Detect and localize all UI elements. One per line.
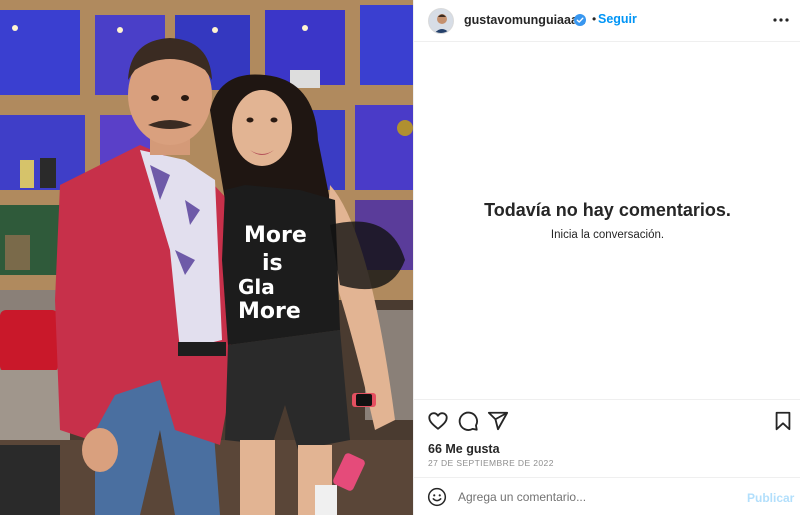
post-actions-bar	[414, 399, 800, 441]
header-separator: •	[592, 12, 597, 26]
heart-icon[interactable]	[427, 410, 449, 432]
post-side-panel: gustavomunguiaaaa • Seguir Todavía no ha…	[413, 0, 800, 515]
post-date[interactable]: 27 DE SEPTIEMBRE DE 2022	[428, 458, 554, 468]
post-photo[interactable]: More is Gla More	[0, 0, 413, 515]
comment-composer: Publicar	[414, 477, 800, 515]
bookmark-icon[interactable]	[772, 410, 794, 432]
verified-badge-icon	[574, 13, 586, 26]
comment-input[interactable]	[458, 486, 738, 508]
follow-button[interactable]: Seguir	[598, 12, 637, 26]
likes-count[interactable]: 66 Me gusta	[428, 442, 500, 456]
post-header: gustavomunguiaaaa • Seguir	[414, 0, 800, 42]
empty-comments-title: Todavía no hay comentarios.	[484, 200, 731, 220]
emoji-icon[interactable]	[427, 487, 447, 507]
empty-comments-subtitle: Inicia la conversación.	[550, 229, 665, 241]
avatar[interactable]	[428, 8, 454, 34]
more-options-icon[interactable]	[771, 12, 791, 28]
avatar-image	[429, 9, 453, 33]
comment-icon[interactable]	[457, 410, 479, 432]
post-username[interactable]: gustavomunguiaaaa	[464, 13, 585, 27]
shirt-text-2: is	[262, 251, 283, 276]
share-icon[interactable]	[487, 410, 509, 432]
shirt-text-4: More	[238, 299, 301, 324]
post-photo-illustration: More is Gla More	[0, 0, 413, 515]
shirt-text-1: More	[244, 223, 307, 248]
publish-button[interactable]: Publicar	[747, 491, 794, 505]
shirt-text-3: Gla	[238, 275, 275, 299]
